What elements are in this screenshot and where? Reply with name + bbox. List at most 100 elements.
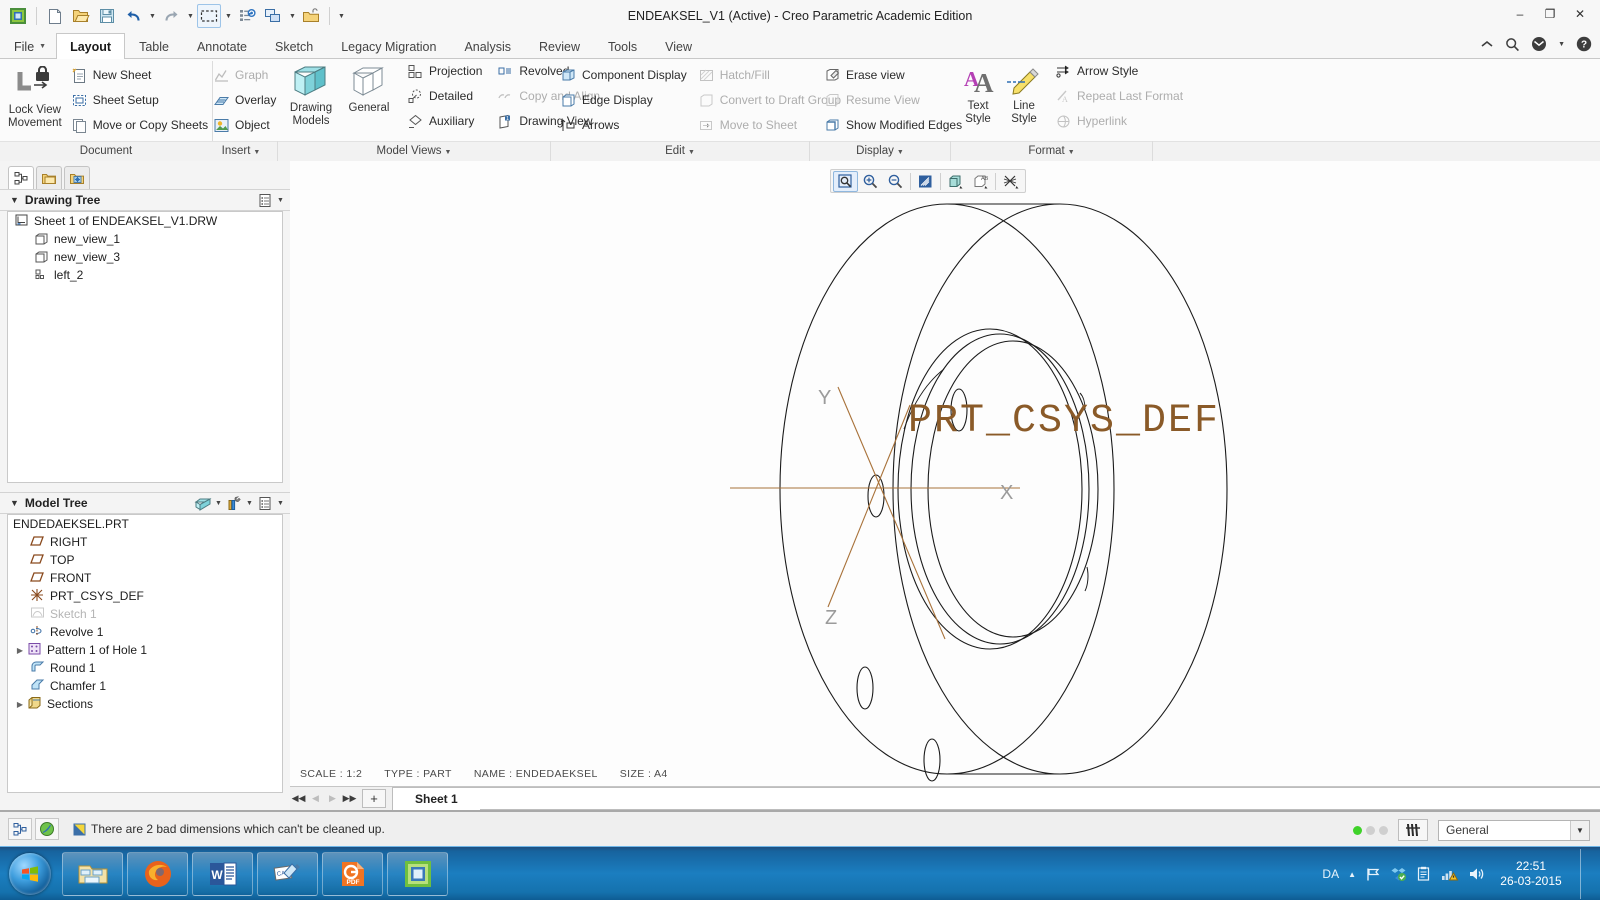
text-style-button[interactable]: A A Text Style bbox=[955, 59, 1001, 141]
expand-pattern-icon[interactable]: ▶ bbox=[13, 646, 27, 655]
chevron-down-icon[interactable]: ▼ bbox=[1570, 820, 1589, 840]
repeat-last-format-button[interactable]: A Repeat Last Format bbox=[1051, 84, 1190, 108]
tree-row-revolve-1[interactable]: Revolve 1 bbox=[8, 623, 282, 641]
language-indicator[interactable]: DA bbox=[1322, 867, 1339, 881]
expand-sections-icon[interactable]: ▶ bbox=[13, 700, 27, 709]
select-caret-icon[interactable]: ▼ bbox=[223, 13, 233, 20]
add-sheet-button[interactable]: + bbox=[362, 789, 386, 808]
model-tree-tab[interactable] bbox=[8, 166, 34, 189]
redo-caret-icon[interactable]: ▼ bbox=[185, 13, 195, 20]
show-modified-edges-button[interactable]: Show Modified Edges bbox=[820, 113, 962, 137]
collapse-model-tree-icon[interactable]: ▼ bbox=[10, 498, 19, 508]
open-file-icon[interactable] bbox=[69, 4, 93, 28]
detailed-button[interactable]: Detailed bbox=[403, 84, 489, 108]
tree-row-round-1[interactable]: Round 1 bbox=[8, 659, 282, 677]
resume-view-button[interactable]: Resume View bbox=[820, 88, 954, 112]
network-clipboard-icon[interactable] bbox=[1416, 866, 1432, 882]
word-taskbar-button[interactable]: W bbox=[192, 851, 253, 896]
account-caret-icon[interactable]: ▼ bbox=[1558, 41, 1565, 48]
regenerate-icon[interactable] bbox=[235, 4, 259, 28]
redo-icon[interactable] bbox=[159, 4, 183, 28]
close-button[interactable]: ✕ bbox=[1566, 4, 1594, 24]
tab-tools[interactable]: Tools bbox=[594, 33, 651, 59]
arrows-button[interactable]: Arrows bbox=[556, 113, 694, 137]
tree-row-sketch-1[interactable]: Sketch 1 bbox=[8, 605, 282, 623]
general-view-button[interactable]: General bbox=[341, 59, 397, 141]
tree-row-sheet1[interactable]: Sheet 1 of ENDEAKSEL_V1.DRW bbox=[8, 212, 282, 230]
show-hidden-icons-icon[interactable]: ▲ bbox=[1348, 870, 1356, 879]
drawing-tree-settings-icon[interactable] bbox=[255, 191, 275, 209]
qat-overflow-caret-icon[interactable]: ▼ bbox=[336, 13, 346, 20]
collapse-drawing-tree-icon[interactable]: ▼ bbox=[10, 195, 19, 205]
dropbox-icon[interactable] bbox=[1390, 866, 1407, 882]
model-tree-filter-icon[interactable] bbox=[193, 494, 213, 512]
next-sheet-button[interactable]: ▶ bbox=[324, 787, 341, 810]
projection-button[interactable]: Projection bbox=[403, 59, 489, 83]
restore-button[interactable]: ❐ bbox=[1536, 4, 1564, 24]
taskbar-clock[interactable]: 22:51 26-03-2015 bbox=[1495, 859, 1567, 889]
move-or-copy-sheets-button[interactable]: Move or Copy Sheets bbox=[67, 113, 215, 137]
tree-row-prt-csys-def[interactable]: PRT_CSYS_DEF bbox=[8, 587, 282, 605]
drawing-models-button[interactable]: Drawing Models bbox=[281, 59, 341, 141]
hyperlink-button[interactable]: Hyperlink bbox=[1051, 109, 1190, 133]
undo-icon[interactable] bbox=[121, 4, 145, 28]
tree-row-chamfer-1[interactable]: Chamfer 1 bbox=[8, 677, 282, 695]
object-button[interactable]: Object bbox=[209, 113, 277, 137]
window-switch-icon[interactable] bbox=[261, 4, 285, 28]
tab-analysis[interactable]: Analysis bbox=[450, 33, 525, 59]
overlay-button[interactable]: Overlay bbox=[209, 88, 277, 112]
tree-row-new-view-1[interactable]: new_view_1 bbox=[8, 230, 282, 248]
window-caret-icon[interactable]: ▼ bbox=[287, 13, 297, 20]
network-warning-icon[interactable] bbox=[1441, 866, 1459, 882]
tree-row-endedaeksel-prt[interactable]: ENDEDAEKSEL.PRT bbox=[8, 515, 282, 533]
close-window-icon[interactable] bbox=[299, 4, 323, 28]
select-box-icon[interactable] bbox=[197, 4, 221, 28]
tree-row-pattern-1-of-hole-1[interactable]: ▶ Pattern 1 of Hole 1 bbox=[8, 641, 282, 659]
browser-toggle-icon[interactable] bbox=[35, 818, 59, 840]
help-icon[interactable]: ? bbox=[1576, 36, 1592, 52]
selection-filter-icon[interactable] bbox=[1398, 819, 1428, 841]
tree-row-left-2[interactable]: left_2 bbox=[8, 266, 282, 284]
folder-browser-tab[interactable] bbox=[36, 166, 62, 189]
tree-row-new-view-3[interactable]: new_view_3 bbox=[8, 248, 282, 266]
model-tree-tools-caret-icon[interactable]: ▼ bbox=[244, 500, 255, 507]
account-icon[interactable] bbox=[1531, 36, 1547, 52]
tree-row-right[interactable]: RIGHT bbox=[8, 533, 282, 551]
line-style-button[interactable]: Line Style bbox=[1001, 59, 1047, 141]
erase-view-button[interactable]: Erase view bbox=[820, 63, 954, 87]
creo-app-icon[interactable] bbox=[6, 4, 30, 28]
drawing-tree-caret-icon[interactable]: ▼ bbox=[275, 197, 286, 204]
explorer-taskbar-button[interactable] bbox=[62, 851, 123, 896]
lock-view-movement-button[interactable]: Lock View Movement bbox=[7, 63, 63, 131]
search-icon[interactable] bbox=[1505, 37, 1520, 52]
save-icon[interactable] bbox=[95, 4, 119, 28]
edge-display-button[interactable]: Edge Display bbox=[556, 88, 694, 112]
undo-caret-icon[interactable]: ▼ bbox=[147, 13, 157, 20]
new-file-icon[interactable] bbox=[43, 4, 67, 28]
tab-file[interactable]: File ▼ bbox=[0, 33, 56, 59]
graph-button[interactable]: Graph bbox=[209, 63, 277, 87]
arrow-style-button[interactable]: Arrow Style bbox=[1051, 59, 1190, 83]
auxiliary-button[interactable]: Auxiliary bbox=[403, 109, 489, 133]
first-sheet-button[interactable]: ◀◀ bbox=[290, 787, 307, 810]
model-tree[interactable]: ENDEDAEKSEL.PRT RIGHT TOP FRONT PRT_CSYS… bbox=[7, 514, 283, 793]
tab-view[interactable]: View bbox=[651, 33, 706, 59]
cas-taskbar-button[interactable]: CAS bbox=[257, 851, 318, 896]
volume-icon[interactable] bbox=[1468, 866, 1486, 882]
pdf-taskbar-button[interactable]: PDF bbox=[322, 851, 383, 896]
model-tree-tools-icon[interactable] bbox=[224, 494, 244, 512]
action-flag-icon[interactable] bbox=[1365, 867, 1381, 882]
last-sheet-button[interactable]: ▶▶ bbox=[341, 787, 358, 810]
model-tree-filter-caret-icon[interactable]: ▼ bbox=[213, 500, 224, 507]
prev-sheet-button[interactable]: ◀ bbox=[307, 787, 324, 810]
selection-filter-combo[interactable]: General ▼ bbox=[1438, 819, 1590, 841]
drawing-canvas[interactable]: AB Y X Z PRT_CSYS_DEF SCALE: 1:2 TYPE:… bbox=[290, 161, 1600, 810]
model-tree-settings-icon[interactable] bbox=[255, 494, 275, 512]
tab-sketch[interactable]: Sketch bbox=[261, 33, 327, 59]
tab-annotate[interactable]: Annotate bbox=[183, 33, 261, 59]
new-sheet-button[interactable]: New Sheet bbox=[67, 63, 215, 87]
tab-legacy-migration[interactable]: Legacy Migration bbox=[327, 33, 450, 59]
model-tree-settings-caret-icon[interactable]: ▼ bbox=[275, 500, 286, 507]
sheet-tab-sheet1[interactable]: Sheet 1 bbox=[392, 787, 481, 810]
favorites-tab[interactable] bbox=[64, 166, 90, 189]
